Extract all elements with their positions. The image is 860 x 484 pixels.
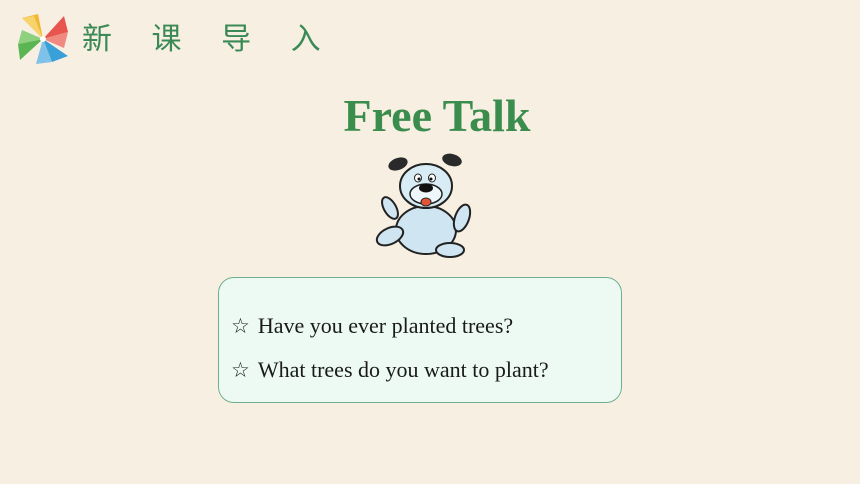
star-icon: ☆ xyxy=(231,314,250,338)
question-1-text: Have you ever planted trees? xyxy=(257,313,514,338)
question-2-text: What trees do you want to plant? xyxy=(257,357,549,382)
star-icon: ☆ xyxy=(231,358,250,382)
section-title: 新 课 导 入 xyxy=(82,22,336,57)
page-title: Free Talk xyxy=(343,90,531,141)
question-1: ☆ Have you ever planted trees? xyxy=(231,312,513,340)
question-2: ☆ What trees do you want to plant? xyxy=(231,356,549,384)
questions-box: ☆ Have you ever planted trees? ☆ What tree… xyxy=(218,277,622,403)
cartoon-dog-image xyxy=(375,153,472,258)
pinwheel-icon xyxy=(18,14,68,64)
